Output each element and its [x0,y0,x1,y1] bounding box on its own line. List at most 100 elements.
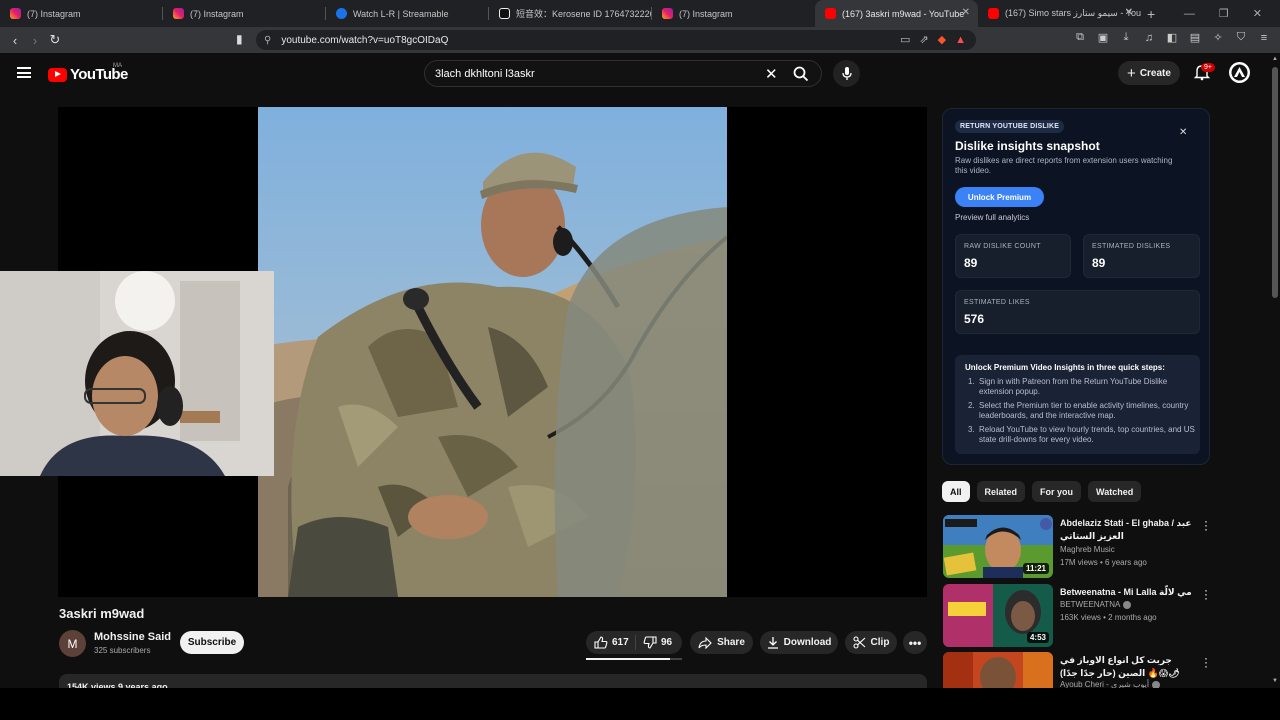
more-horizontal-icon: ••• [908,635,922,650]
downloads-icon[interactable]: ⤓ [1120,31,1132,44]
browser-tab[interactable]: (7) Instagram [163,0,326,27]
channel-name: Maghreb Music [1060,545,1115,554]
brave-shield-icon[interactable]: ◆ [938,33,946,46]
instagram-icon [10,8,21,19]
wallet-icon[interactable]: ▤ [1189,31,1201,44]
tab-title: (7) Instagram [679,8,733,19]
close-window-icon[interactable]: ✕ [1253,7,1262,20]
unlock-premium-button[interactable]: Unlock Premium [955,187,1044,207]
step-item: 3. Reload YouTube to view hourly trends, … [965,425,1197,445]
site-info-icon[interactable]: ⚲ [264,35,271,46]
recommendation-item[interactable]: 11:21 Abdelaziz Stati - El ghaba / عبد ا… [942,515,1242,579]
panel-tag: RETURN YOUTUBE DISLIKE [955,120,1065,133]
streamable-icon [336,8,347,19]
close-icon[interactable]: ✕ [1179,127,1187,138]
video-title: Abdelaziz Stati - El ghaba / عبد العزيز … [1060,518,1192,541]
more-vertical-icon[interactable]: · · · [1202,515,1210,535]
close-tab-icon[interactable]: ✕ [1125,7,1133,18]
media-icon[interactable]: ♫ [1143,32,1155,44]
brave-rewards-icon[interactable]: ▲ [955,34,966,46]
search-box: ✕ [424,60,822,87]
new-tab-icon[interactable]: + [1147,6,1155,22]
browser-tab[interactable]: (7) Instagram [652,0,815,27]
youtube-icon [988,8,999,19]
cast-icon[interactable]: ▭ [900,33,910,46]
verified-badge-icon [1123,600,1132,609]
scrollbar-thumb[interactable] [1272,67,1278,298]
screenshot-icon[interactable]: ▣ [1097,31,1109,44]
hamburger-menu-icon[interactable] [17,67,31,78]
forward-icon[interactable]: › [25,30,45,50]
share-button[interactable]: Share [690,631,753,654]
like-button[interactable]: 617 [586,635,636,650]
youtube-play-icon [48,67,67,82]
video-frame[interactable] [258,107,727,597]
extensions-icon[interactable]: ⧉ [1074,31,1086,44]
chip-for-you[interactable]: For you [1032,481,1082,502]
chip-all[interactable]: All [942,481,970,502]
menu-icon[interactable]: ≡ [1258,32,1270,44]
recommendation-item[interactable]: 4:53 Betweenatna - Mi Lalla مي لالّة BET… [942,584,1242,648]
scroll-down-icon[interactable]: ▼ [1272,678,1278,684]
browser-tab[interactable]: Watch L-R | Streamable [326,0,489,27]
estimated-likes-stat: ESTIMATED LIKES 576 [955,290,1200,334]
dislike-button[interactable]: 96 [636,636,672,649]
create-button[interactable]: + Create [1118,61,1180,85]
share-page-icon[interactable]: ⇗ [919,33,928,46]
clear-search-icon[interactable]: ✕ [765,65,778,83]
scroll-up-icon[interactable]: ▲ [1272,56,1278,62]
close-tab-icon[interactable]: ✕ [962,7,970,18]
clip-button[interactable]: Clip [845,631,897,654]
browser-tab[interactable]: (7) Instagram [0,0,163,27]
dislike-insights-panel: RETURN YOUTUBE DISLIKE ✕ Dislike insight… [942,108,1210,465]
channel-avatar[interactable]: M [59,630,86,657]
browser-tab[interactable]: 短音效：Kerosene ID 1764732226 | ... [489,0,652,27]
chip-related[interactable]: Related [976,481,1026,502]
account-avatar[interactable] [1229,62,1250,83]
browser-tab[interactable]: (167) Simo stars سيمو ستارز - YouTube✕ [978,0,1141,27]
more-vertical-icon[interactable]: · · · [1202,652,1210,672]
video-thumbnail[interactable]: 4:53 [943,584,1053,647]
bottom-bar [0,688,1280,720]
bookmark-icon[interactable]: ▮ [236,32,243,46]
channel-name[interactable]: Mohssine Said [94,631,171,643]
more-vertical-icon[interactable]: · · · [1202,584,1210,604]
back-icon[interactable]: ‹ [5,30,25,50]
thumbs-down-icon [643,636,657,649]
chip-watched[interactable]: Watched [1088,481,1142,502]
video-thumbnail[interactable] [943,652,1053,688]
video-thumbnail[interactable]: 11:21 [943,515,1053,578]
stat-label: RAW DISLIKE COUNT [964,243,1041,250]
leo-ai-icon[interactable]: ✧ [1212,31,1224,44]
tab-title: Watch L-R | Streamable [353,8,449,19]
vpn-shield-icon[interactable]: ⛉ [1235,31,1247,44]
sidebar-icon[interactable]: ◧ [1166,31,1178,44]
microphone-icon [841,66,852,80]
youtube-logo[interactable]: YouTube MA [48,63,128,83]
search-button[interactable] [781,61,821,86]
steps-list: 1. Sign in with Patreon from the Return Y… [965,377,1197,449]
minimize-icon[interactable]: — [1184,8,1195,20]
search-input[interactable] [425,67,745,80]
stat-value: 89 [964,256,978,270]
video-duration: 4:53 [1026,632,1049,643]
tab-title: 短音效：Kerosene ID 1764732226 | ... [516,9,652,19]
more-actions-button[interactable]: ••• [903,631,927,654]
steps-heading: Unlock Premium Video Insights in three q… [965,363,1165,372]
download-button[interactable]: Download [760,631,838,654]
video-content-image [258,107,727,597]
page-scrollbar[interactable]: ▲ ▼ [1270,53,1280,688]
reload-icon[interactable]: ↻ [45,30,65,50]
thumbnail-image [943,652,1053,688]
notification-count-badge: 9+ [1201,63,1215,72]
restore-icon[interactable]: ❐ [1219,7,1229,20]
video-title: Betweenatna - Mi Lalla مي لالّة [1060,587,1192,597]
voice-search-button[interactable] [833,60,860,87]
recommendation-item[interactable]: جربت كل انواع الاوباز في الصين (حار جدًا… [942,652,1242,688]
url-bar[interactable]: ⚲ youtube.com/watch?v=uoT8gcOIDaQ ▭ ⇗ ◆ … [256,30,976,50]
stat-value: 576 [964,312,985,326]
step-item: 2. Select the Premium tier to enable acti… [965,401,1197,421]
subscribe-button[interactable]: Subscribe [180,631,244,654]
browser-tab-active[interactable]: (167) 3askri m9wad - YouTube ✕ [815,0,978,27]
step-item: 1. Sign in with Patreon from the Return Y… [965,377,1197,397]
